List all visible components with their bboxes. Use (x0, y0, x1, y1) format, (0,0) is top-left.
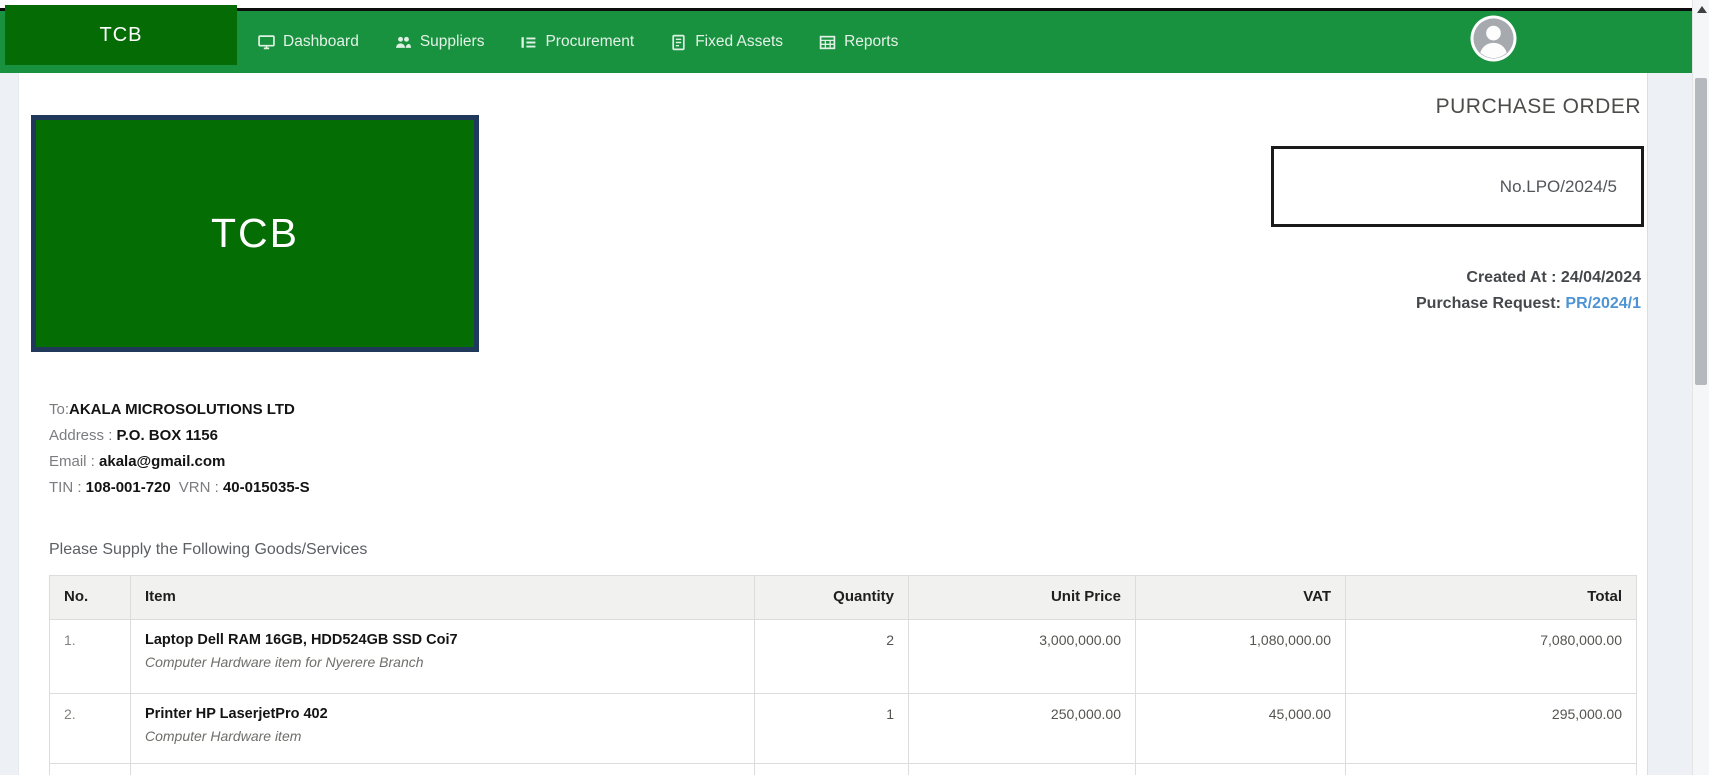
nav-label: Procurement (545, 33, 635, 50)
email-label: Email : (49, 453, 100, 470)
supplier-name-line: To:AKALA MICROSOLUTIONS LTD (49, 401, 310, 418)
purchase-request-link[interactable]: PR/2024/1 (1565, 295, 1641, 312)
row-item-cell: Laptop Dell RAM 16GB, HDD524GB SSD Coi7 … (130, 619, 755, 694)
supplier-address: P.O. BOX 1156 (116, 427, 218, 444)
dashboard-icon (258, 34, 275, 51)
company-logo-box: TCB (31, 115, 479, 352)
purchase-order-document: TCB PURCHASE ORDER No.LPO/2024/5 Created… (18, 73, 1648, 775)
supply-instruction-text: Please Supply the Following Goods/Servic… (49, 541, 368, 558)
purchase-request-line: Purchase Request: PR/2024/1 (1416, 295, 1641, 313)
reports-icon (819, 34, 836, 51)
supplier-email-line: Email : akala@gmail.com (49, 453, 310, 470)
row-unit-price: 250,000.00 (908, 693, 1136, 764)
main-navbar: TCB Dashboard Suppliers Procurement Fixe… (0, 5, 1692, 73)
header-item: Item (130, 575, 755, 620)
row-no: 1. (49, 619, 131, 694)
supplier-vrn: 40-015035-S (222, 479, 310, 496)
row-total: 7,080,000.00 (1345, 619, 1637, 694)
brand-logo[interactable]: TCB (5, 5, 237, 65)
supplier-address-line: Address : P.O. BOX 1156 (49, 427, 310, 444)
row-vat: 1,080,000.00 (1135, 619, 1346, 694)
item-name: Printer HP LaserjetPro 402 (145, 706, 328, 722)
item-description: Computer Hardware item (145, 728, 302, 744)
items-table: No. Item Quantity Unit Price VAT Total 1… (49, 575, 1637, 775)
top-white-strip (0, 0, 1692, 8)
row-vat: 45,000.00 (1135, 693, 1346, 764)
app-window: TCB Dashboard Suppliers Procurement Fixe… (0, 0, 1709, 775)
header-total: Total (1345, 575, 1637, 620)
tin-label: TIN : (49, 479, 86, 496)
supplier-email: akala@gmail.com (99, 453, 226, 470)
nav-item-reports[interactable]: Reports (819, 33, 898, 51)
nav-label: Suppliers (419, 33, 485, 50)
nav-item-procurement[interactable]: Procurement (520, 33, 634, 51)
to-label: To: (49, 401, 70, 418)
nav-label: Fixed Assets (695, 33, 784, 50)
table-row: 2. Printer HP LaserjetPro 402 Computer H… (49, 693, 1637, 764)
supplier-name: AKALA MICROSOLUTIONS LTD (69, 401, 295, 418)
po-number: No.LPO/2024/5 (1499, 176, 1617, 196)
table-row-partial (49, 763, 1637, 775)
row-unit-price: 3,000,000.00 (908, 619, 1136, 694)
table-row: 1. Laptop Dell RAM 16GB, HDD524GB SSD Co… (49, 619, 1637, 694)
item-name: Laptop Dell RAM 16GB, HDD524GB SSD Coi7 (145, 632, 458, 648)
address-label: Address : (49, 427, 117, 444)
row-quantity: 2 (754, 619, 909, 694)
user-avatar[interactable] (1470, 15, 1517, 62)
vertical-scrollbar[interactable] (1692, 0, 1709, 775)
nav-label: Dashboard (283, 33, 359, 50)
row-no: 2. (49, 693, 131, 764)
brand-label: TCB (99, 23, 143, 46)
user-avatar-icon (1470, 15, 1517, 62)
nav-item-fixed-assets[interactable]: Fixed Assets (670, 33, 783, 51)
supplier-tin: 108-001-720 (85, 479, 171, 496)
table-header-row: No. Item Quantity Unit Price VAT Total (49, 575, 1637, 620)
header-vat: VAT (1135, 575, 1346, 620)
company-logo-text: TCB (211, 210, 299, 256)
nav-item-suppliers[interactable]: Suppliers (395, 33, 485, 51)
header-no: No. (49, 575, 131, 620)
nav-menu: Dashboard Suppliers Procurement Fixed As… (258, 11, 898, 73)
purchase-request-label: Purchase Request: (1416, 295, 1566, 312)
nav-item-dashboard[interactable]: Dashboard (258, 33, 359, 51)
header-quantity: Quantity (754, 575, 909, 620)
row-quantity: 1 (754, 693, 909, 764)
po-number-box: No.LPO/2024/5 (1271, 146, 1644, 227)
page-title: PURCHASE ORDER (1435, 95, 1641, 118)
nav-label: Reports (844, 33, 899, 50)
created-at-text: Created At : 24/04/2024 (1466, 269, 1641, 286)
vrn-label: VRN : (178, 479, 223, 496)
supplier-info: To:AKALA MICROSOLUTIONS LTD Address : P.… (49, 401, 310, 505)
row-item-cell: Printer HP LaserjetPro 402 Computer Hard… (130, 693, 755, 764)
item-description: Computer Hardware item for Nyerere Branc… (145, 654, 424, 670)
fixed-assets-icon (670, 34, 687, 51)
scrollbar-thumb[interactable] (1695, 78, 1707, 385)
procurement-icon (520, 34, 537, 51)
scrollbar-up-arrow[interactable] (1697, 6, 1707, 13)
suppliers-icon (395, 34, 412, 51)
supplier-tax-line: TIN : 108-001-720 VRN : 40-015035-S (49, 479, 310, 496)
row-total: 295,000.00 (1345, 693, 1637, 764)
header-unit-price: Unit Price (908, 575, 1136, 620)
